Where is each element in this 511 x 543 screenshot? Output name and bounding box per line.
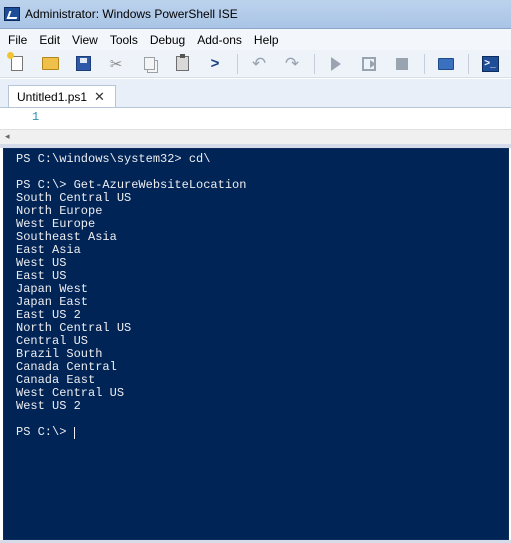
menu-bar: File Edit View Tools Debug Add-ons Help — [0, 29, 511, 50]
open-folder-icon — [41, 57, 59, 70]
menu-edit[interactable]: Edit — [33, 33, 66, 47]
powershell-icon: >_ — [481, 55, 499, 72]
console-icon: > — [210, 55, 220, 72]
console-output-line: West Central US — [16, 386, 125, 400]
toolbar-separator — [237, 53, 238, 74]
console-prompt-line: PS C:\windows\system32> cd\ — [16, 152, 211, 166]
menu-view[interactable]: View — [66, 33, 104, 47]
menu-add-ons[interactable]: Add-ons — [191, 33, 248, 47]
new-file-icon — [7, 52, 23, 71]
powershell-button[interactable]: >_ — [477, 53, 503, 75]
copy-icon — [143, 57, 155, 70]
scroll-left-icon[interactable]: ◂ — [5, 131, 10, 142]
text-cursor — [73, 426, 75, 439]
console-output-line: North Central US — [16, 321, 132, 335]
powershell-app-icon — [4, 7, 20, 21]
cut-icon: ✂ — [109, 55, 123, 73]
save-icon — [75, 56, 91, 71]
paste-icon — [175, 54, 189, 71]
title-bar: Administrator: Windows PowerShell ISE — [0, 0, 511, 29]
toolbar-separator — [468, 53, 469, 74]
console-current-prompt: PS C:\> — [16, 425, 74, 439]
console-output-line: East US — [16, 269, 67, 283]
save-button[interactable] — [70, 53, 96, 75]
copy-button[interactable] — [136, 53, 162, 75]
undo-button[interactable]: ↶ — [246, 53, 272, 75]
console-output-line: West US 2 — [16, 399, 81, 413]
redo-button[interactable]: ↷ — [279, 53, 305, 75]
window-title: Administrator: Windows PowerShell ISE — [25, 7, 238, 21]
console-output-line: West US — [16, 256, 67, 270]
cut-button[interactable]: ✂ — [103, 53, 129, 75]
stop-button[interactable] — [389, 53, 415, 75]
toolbar-separator — [424, 53, 425, 74]
menu-file[interactable]: File — [2, 33, 33, 47]
redo-icon: ↷ — [284, 53, 300, 73]
console-output-line: Japan East — [16, 295, 89, 309]
console-input-line[interactable]: PS C:\> — [16, 426, 508, 439]
tab-label: Untitled1.ps1 — [17, 89, 88, 104]
menu-help[interactable]: Help — [248, 33, 285, 47]
remote-powershell-icon — [438, 57, 454, 70]
menu-debug[interactable]: Debug — [144, 33, 191, 47]
tab-untitled1[interactable]: Untitled1.ps1 ✕ — [8, 85, 116, 107]
close-icon[interactable]: ✕ — [94, 89, 105, 105]
run-script-button[interactable] — [323, 53, 349, 75]
paste-button[interactable] — [169, 53, 195, 75]
console-output-line: Southeast Asia — [16, 230, 117, 244]
stop-icon — [396, 57, 408, 70]
menu-tools[interactable]: Tools — [104, 33, 144, 47]
script-editor[interactable]: 1 — [0, 107, 511, 129]
console-output-line: Japan West — [16, 282, 89, 296]
console-pane[interactable]: PS C:\windows\system32> cd\ PS C:\> Get-… — [3, 148, 509, 540]
toolbar: ✂ > ↶ ↷ >_ — [0, 50, 511, 78]
run-selection-icon — [362, 56, 376, 71]
toolbar-separator — [314, 53, 315, 74]
console-output-line: East Asia — [16, 243, 81, 257]
new-file-button[interactable] — [4, 52, 30, 75]
undo-icon: ↶ — [251, 53, 267, 73]
remote-powershell-button[interactable] — [433, 53, 459, 75]
clear-console-button[interactable]: > — [202, 53, 228, 75]
line-number: 1 — [32, 110, 40, 124]
tab-strip: Untitled1.ps1 ✕ — [0, 79, 511, 107]
run-script-icon — [331, 56, 341, 71]
open-button[interactable] — [37, 53, 63, 75]
run-selection-button[interactable] — [356, 53, 382, 75]
horizontal-scrollbar[interactable]: ◂ — [0, 129, 511, 144]
